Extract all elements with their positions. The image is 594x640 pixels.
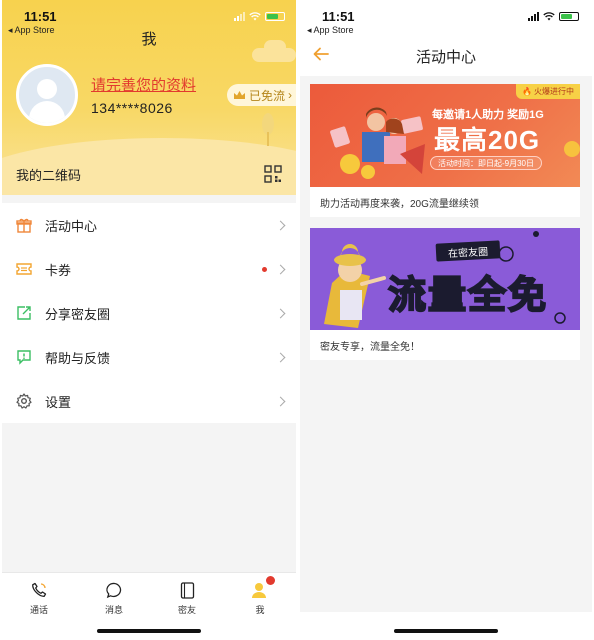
free-data-big-text: 流量全免 xyxy=(387,264,549,319)
profile-screen: 11:51 ◂ App Store 我 请完善您的资料 134****8026 … xyxy=(2,0,296,640)
wifi-icon xyxy=(543,12,555,21)
back-to-app-store[interactable]: ◂ App Store xyxy=(307,25,354,36)
chevron-right-icon xyxy=(275,264,286,274)
tree-decoration xyxy=(262,113,274,146)
referral-big-text: 最高20G xyxy=(434,125,541,155)
tab-label: 消息 xyxy=(104,605,123,615)
free-data-caption: 密友专享，流量全免！ xyxy=(320,342,420,353)
my-qrcode-row[interactable]: 我的二维码 xyxy=(2,152,296,195)
crown-icon xyxy=(233,91,245,99)
gear-icon xyxy=(16,393,32,409)
referral-caption: 助力活动再度来袭，20G流量继续领 xyxy=(320,199,479,210)
profile-menu: 活动中心 卡券 分享密友圈 帮助与反馈 设置 xyxy=(2,203,296,423)
gift-icon xyxy=(16,217,32,233)
menu-item-coupons[interactable]: 卡券 xyxy=(2,247,296,291)
free-data-banner: 在密友圈 流量全免 xyxy=(310,228,580,330)
hot-tag: 🔥 火爆进行中 xyxy=(516,84,580,99)
free-data-tag: 在密友圈 xyxy=(435,240,501,262)
avatar[interactable] xyxy=(16,64,78,126)
activity-center-screen: 11:51 ◂ App Store 活动中心 🔥 火爆进行中 每邀请1人助力 奖… xyxy=(300,0,592,640)
phone-icon xyxy=(9,581,69,599)
menu-item-label: 活动中心 xyxy=(45,218,98,234)
phone-number: 134****8026 xyxy=(91,100,173,116)
tab-friends[interactable]: 密友 xyxy=(157,581,217,616)
share-icon xyxy=(16,305,32,321)
wifi-icon xyxy=(249,12,261,21)
profile-header: 11:51 ◂ App Store 我 请完善您的资料 134****8026 … xyxy=(2,0,296,195)
tab-calls[interactable]: 通话 xyxy=(9,581,69,616)
menu-item-help-feedback[interactable]: 帮助与反馈 xyxy=(2,335,296,379)
status-icons xyxy=(528,12,579,21)
feedback-icon xyxy=(16,349,32,365)
menu-item-label: 帮助与反馈 xyxy=(45,350,111,366)
battery-icon xyxy=(559,12,579,21)
fire-icon: 🔥 xyxy=(522,87,532,96)
me-icon xyxy=(230,576,290,599)
signal-icon xyxy=(234,12,245,21)
page-title: 我 xyxy=(141,31,157,48)
chevron-right-icon xyxy=(275,220,286,230)
chevron-right-icon: › xyxy=(288,88,292,102)
activity-card-referral[interactable]: 🔥 火爆进行中 每邀请1人助力 奖励1G 最高20G 活动时间：即日起-9月30… xyxy=(310,84,580,217)
page-title: 活动中心 xyxy=(415,49,476,66)
tab-label: 我 xyxy=(255,605,265,615)
message-icon xyxy=(84,581,144,599)
menu-item-label: 卡券 xyxy=(45,262,72,278)
chevron-right-icon xyxy=(275,352,286,362)
screenshot-stage: 11:51 ◂ App Store 我 请完善您的资料 134****8026 … xyxy=(0,0,594,640)
menu-item-share-friends-circle[interactable]: 分享密友圈 xyxy=(2,291,296,335)
bottom-safe-area xyxy=(300,612,592,640)
menu-item-settings[interactable]: 设置 xyxy=(2,379,296,423)
tab-label: 密友 xyxy=(177,605,196,615)
referral-banner: 🔥 火爆进行中 每邀请1人助力 奖励1G 最高20G 活动时间：即日起-9月30… xyxy=(310,84,580,187)
ticket-icon xyxy=(16,261,32,277)
status-icons xyxy=(234,12,285,21)
free-data-badge-label: 已免流 xyxy=(248,88,285,103)
home-indicator xyxy=(394,629,498,633)
battery-icon xyxy=(265,12,285,21)
complete-profile-link[interactable]: 请完善您的资料 xyxy=(91,74,196,95)
chevron-right-icon xyxy=(275,396,286,406)
hot-tag-label: 火爆进行中 xyxy=(534,87,574,96)
free-data-big-text-part1: 流量 xyxy=(387,274,469,318)
free-data-big-text-part2: 免 xyxy=(507,274,549,318)
home-indicator xyxy=(97,629,201,633)
tab-messages[interactable]: 消息 xyxy=(84,581,144,616)
bottom-tab-bar: 通话 消息 密友 我 xyxy=(2,572,296,640)
free-data-badge[interactable]: 已免流 › xyxy=(226,84,296,106)
referral-period: 活动时间：即日起-9月30日 xyxy=(430,156,543,170)
tab-me[interactable]: 我 xyxy=(230,576,290,616)
friends-icon xyxy=(157,581,217,599)
menu-item-label: 分享密友圈 xyxy=(45,306,111,322)
nav-bar: 11:51 ◂ App Store 活动中心 xyxy=(300,0,592,76)
qrcode-icon xyxy=(264,165,282,183)
menu-item-label: 设置 xyxy=(45,394,72,410)
activity-card-free-data[interactable]: 在密友圈 流量全免 密友专享，流量全免！ xyxy=(310,228,580,360)
free-data-big-text-highlight: 全 xyxy=(467,274,509,318)
status-time: 11:51 xyxy=(322,9,355,24)
tab-label: 通话 xyxy=(29,605,48,615)
notification-dot xyxy=(266,576,275,585)
chevron-right-icon xyxy=(275,308,286,318)
signal-icon xyxy=(528,12,539,21)
status-time: 11:51 xyxy=(24,9,57,24)
unread-dot xyxy=(262,266,267,272)
qrcode-label: 我的二维码 xyxy=(16,167,82,183)
menu-item-activity-center[interactable]: 活动中心 xyxy=(2,203,296,247)
